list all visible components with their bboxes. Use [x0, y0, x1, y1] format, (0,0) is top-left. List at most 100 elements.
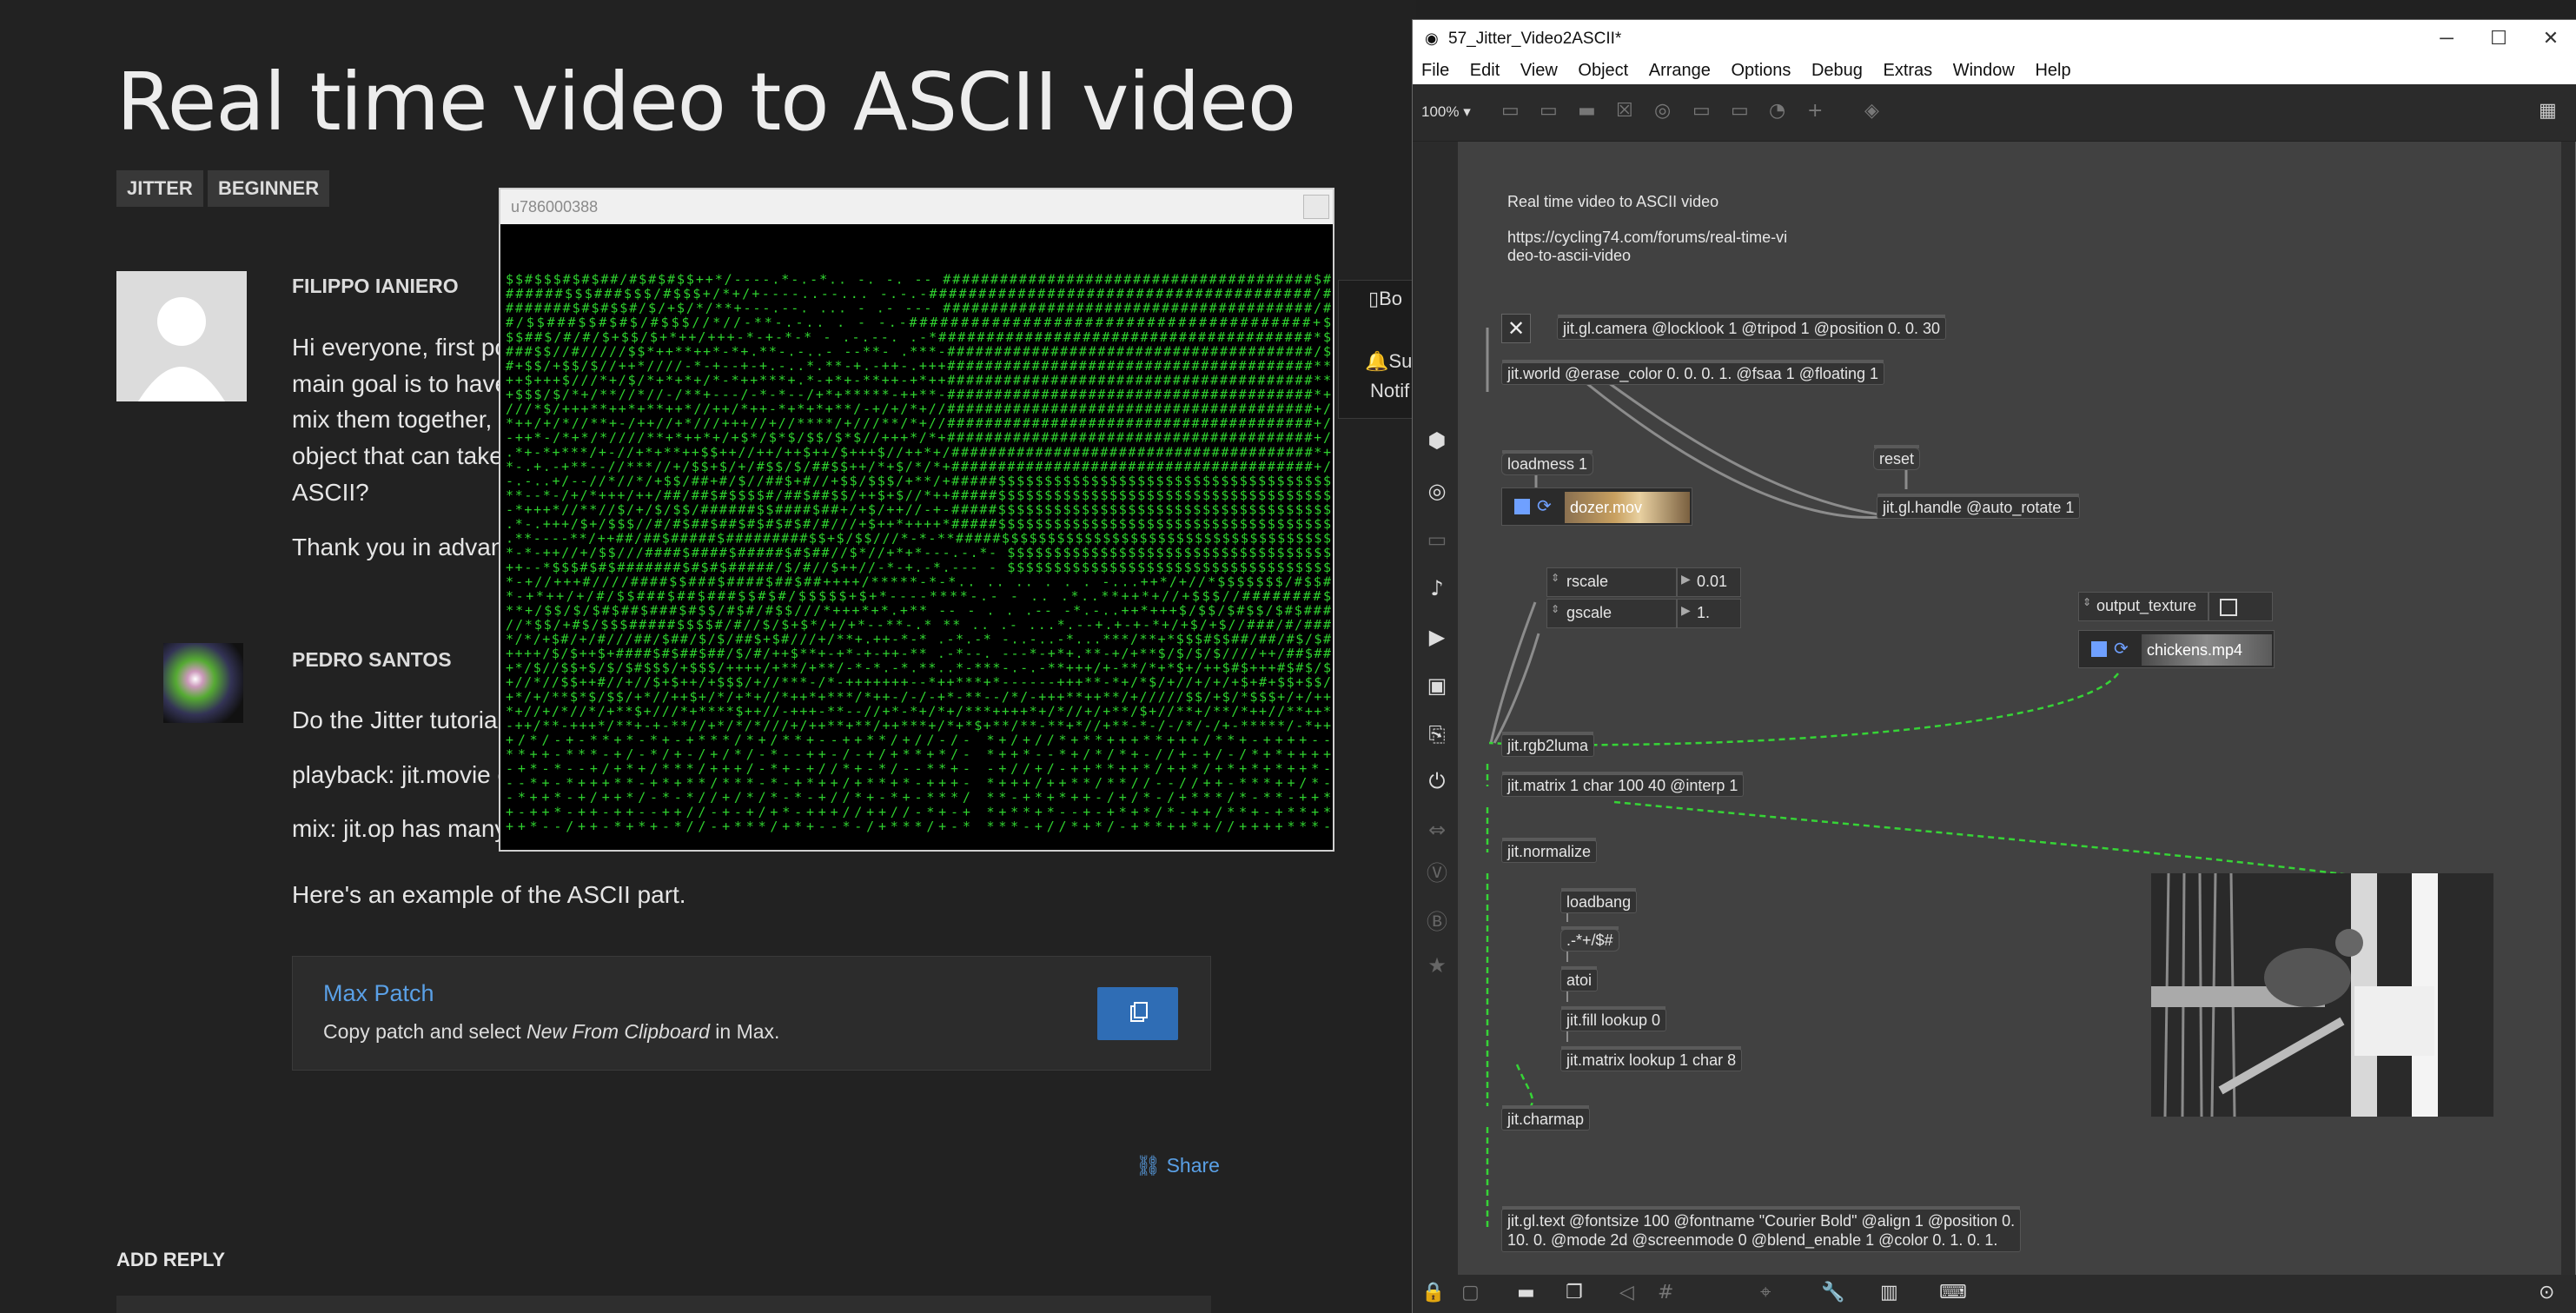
rscale-number[interactable]: ▶ 0.01 [1677, 567, 1741, 597]
clip-thumbnail[interactable]: chickens.mp4 [2142, 634, 2272, 666]
patch-comment[interactable]: Real time video to ASCII video [1507, 192, 1718, 211]
menu-object[interactable]: Object [1578, 56, 1628, 84]
minimize-button[interactable]: ─ [2420, 20, 2473, 56]
paperclip-icon[interactable]: ⎘ [1425, 722, 1449, 746]
audio-on-icon[interactable]: ⊙ [2539, 1282, 2554, 1303]
menu-debug[interactable]: Debug [1811, 56, 1863, 84]
grid-icon[interactable]: # [1658, 1282, 1673, 1303]
checkbox-icon[interactable] [2220, 599, 2237, 616]
piano-icon[interactable]: ▥ [1880, 1282, 1898, 1303]
toggle-icon[interactable]: ☒ [1616, 100, 1633, 122]
maximize-button[interactable]: ☐ [2473, 20, 2525, 56]
toggle-world[interactable]: ✕ [1501, 314, 1531, 343]
dial-icon[interactable]: ◔ [1769, 100, 1785, 122]
avatar[interactable] [163, 643, 243, 723]
star-icon[interactable]: ★ [1425, 953, 1449, 978]
gscale-number[interactable]: ▶ 1. [1677, 599, 1741, 628]
new-object-icon[interactable]: ▭ [1501, 100, 1520, 122]
menu-help[interactable]: Help [2035, 56, 2070, 84]
patch-url-comment[interactable]: deo-to-ascii-video [1507, 246, 1631, 265]
keyboard-icon[interactable]: ⌨ [1939, 1282, 1967, 1303]
packages-icon[interactable]: ⬢ [1425, 428, 1449, 453]
tag-jitter[interactable]: JITTER [116, 170, 203, 207]
patcher-canvas[interactable]: Real time video to ASCII video https://c… [1458, 142, 2561, 1275]
image-icon[interactable]: ▣ [1425, 673, 1449, 698]
jit-gl-text-object[interactable]: jit.gl.text @fontsize 100 @fontname "Cou… [1501, 1206, 2022, 1252]
close-button[interactable] [1303, 195, 1329, 219]
comment-icon[interactable]: ▬ [1517, 1282, 1535, 1303]
close-button[interactable]: ✕ [2525, 20, 2576, 56]
menu-window[interactable]: Window [1953, 56, 2015, 84]
jit-matrix-lookup-object[interactable]: jit.matrix lookup 1 char 8 [1560, 1046, 1743, 1071]
jit-normalize-object[interactable]: jit.normalize [1501, 838, 1598, 863]
b-icon[interactable]: Ⓑ [1425, 905, 1449, 935]
grid-icon[interactable]: ▦ [2539, 100, 2557, 122]
loop-icon[interactable]: ⟳ [1537, 495, 1552, 516]
charset-message[interactable]: .-*+/$# [1560, 926, 1619, 952]
bus-icon[interactable]: ▭ [1425, 527, 1449, 552]
layers-icon[interactable]: ❐ [1566, 1282, 1583, 1303]
copy-patch-button[interactable] [1097, 987, 1178, 1040]
paint-icon[interactable]: ◈ [1864, 100, 1879, 122]
zoom-select[interactable]: 100% ▾ [1421, 103, 1471, 121]
post-author[interactable]: FILIPPO IANIERO [292, 275, 459, 298]
reset-message[interactable]: reset [1873, 445, 1921, 470]
jit-fill-object[interactable]: jit.fill lookup 0 [1560, 1006, 1667, 1031]
max-patch-title[interactable]: Max Patch [323, 980, 434, 1007]
jit-rgb2luma-object[interactable]: jit.rgb2luma [1501, 732, 1595, 757]
jit-gl-camera-object[interactable]: jit.gl.camera @locklook 1 @tripod 1 @pos… [1557, 315, 1947, 340]
menu-options[interactable]: Options [1731, 56, 1791, 84]
gscale-attrui[interactable]: ⇕ gscale [1546, 599, 1677, 628]
menu-arrange[interactable]: Arrange [1649, 56, 1711, 84]
loadbang-object[interactable]: loadbang [1560, 888, 1638, 913]
v-icon[interactable]: Ⓥ [1425, 856, 1449, 886]
loop-icon[interactable]: ⇔ [1425, 818, 1449, 842]
video-icon[interactable]: ▶ [1425, 625, 1449, 649]
music-icon[interactable]: ♪ [1425, 576, 1449, 600]
loadmess-object[interactable]: loadmess 1 [1501, 450, 1594, 475]
jit-charmap-object[interactable]: jit.charmap [1501, 1105, 1591, 1131]
play-toggle-icon[interactable] [2091, 641, 2107, 657]
jit-world-object[interactable]: jit.world @erase_color 0. 0. 0. 1. @fsaa… [1501, 360, 1885, 385]
mute-icon[interactable]: ◁ [1619, 1282, 1634, 1303]
jit-playlist-chickens[interactable]: ⟳ chickens.mp4 [2078, 630, 2275, 668]
presentation-icon[interactable]: ▢ [1461, 1282, 1480, 1303]
slider-icon[interactable]: ▭ [1731, 100, 1749, 122]
post-author[interactable]: PEDRO SANTOS [292, 648, 452, 672]
jit-playlist-dozer[interactable]: ⟳ dozer.mov [1501, 487, 1692, 526]
ascii-render-window[interactable]: u786000388 $$#$$$#$#$##/#$#$#$$++*/----.… [499, 188, 1334, 852]
number-icon[interactable]: ▭ [1692, 100, 1711, 122]
lock-icon[interactable]: 🔒 [1421, 1282, 1445, 1303]
target-icon[interactable]: ◎ [1425, 479, 1449, 503]
loop-icon[interactable]: ⟳ [2114, 638, 2129, 659]
clip-thumbnail[interactable]: dozer.mov [1565, 492, 1690, 523]
message-icon[interactable]: ▭ [1540, 100, 1558, 122]
atoi-object[interactable]: atoi [1560, 966, 1599, 991]
max-titlebar[interactable]: ◉ 57_Jitter_Video2ASCII* ─ ☐ ✕ [1413, 20, 2576, 56]
plug-icon[interactable]: ⏻ [1425, 769, 1449, 793]
play-toggle-icon[interactable] [1514, 499, 1530, 514]
jit-pwindow-preview[interactable] [2151, 873, 2493, 1117]
menu-extras[interactable]: Extras [1883, 56, 1932, 84]
jit-matrix-object[interactable]: jit.matrix 1 char 100 40 @interp 1 [1501, 772, 1745, 797]
bookmark-button[interactable]: ▯Bo [1368, 288, 1402, 310]
reply-editor-toolbar[interactable] [116, 1296, 1211, 1313]
snap-icon[interactable]: ⌖ [1760, 1282, 1771, 1303]
rscale-attrui[interactable]: ⇕ rscale [1546, 567, 1677, 597]
patch-url-comment[interactable]: https://cycling74.com/forums/real-time-v… [1507, 228, 1787, 247]
menu-view[interactable]: View [1520, 56, 1558, 84]
jit-gl-handle-object[interactable]: jit.gl.handle @auto_rotate 1 [1877, 494, 2081, 519]
button-icon[interactable]: ◎ [1654, 100, 1671, 122]
ascii-window-titlebar[interactable]: u786000388 [500, 189, 1333, 224]
menu-edit[interactable]: Edit [1470, 56, 1500, 84]
add-icon[interactable]: + [1807, 100, 1823, 122]
max-patcher-window[interactable]: ◉ 57_Jitter_Video2ASCII* ─ ☐ ✕ File Edit… [1412, 19, 2576, 1313]
wrench-icon[interactable]: 🔧 [1821, 1282, 1844, 1303]
comment-icon[interactable]: ▬ [1578, 100, 1596, 122]
menu-file[interactable]: File [1421, 56, 1449, 84]
tag-beginner[interactable]: BEGINNER [208, 170, 330, 207]
avatar[interactable] [116, 271, 247, 401]
share-link[interactable]: ⛓ Share [1136, 1154, 1220, 1177]
output-texture-attrui[interactable]: ⇕ output_texture [2078, 592, 2208, 621]
output-texture-toggle[interactable] [2208, 592, 2273, 621]
